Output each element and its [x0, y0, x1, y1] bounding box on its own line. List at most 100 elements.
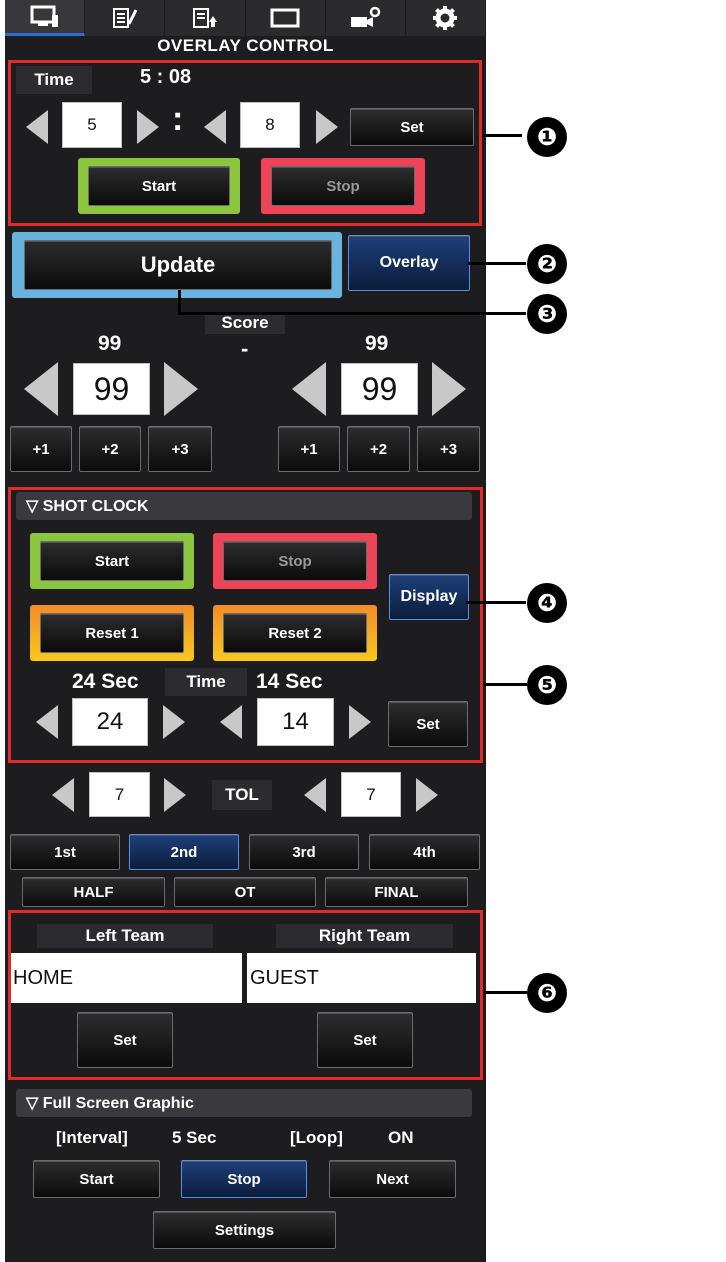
right-plus2-button[interactable]: +2 [347, 426, 410, 472]
reset2-button[interactable]: Reset 2 [223, 613, 367, 653]
sec24-decrement-arrow[interactable] [36, 705, 58, 739]
interval-label: [Interval] [56, 1128, 128, 1147]
edit-list-icon [112, 8, 138, 28]
tab-monitor[interactable] [5, 0, 86, 36]
upload-list-icon [192, 8, 217, 28]
loop-label: [Loop] [290, 1128, 343, 1147]
callout-1: ❶ [527, 117, 567, 157]
right-team-set-button[interactable]: Set [317, 1012, 413, 1068]
tab-screen[interactable] [246, 0, 326, 36]
left-score-display: 99 [98, 332, 122, 355]
sec24-increment-arrow[interactable] [163, 705, 185, 739]
left-score-decrement-arrow[interactable] [24, 362, 58, 416]
monitor-icon [30, 5, 58, 27]
sec14-field[interactable]: 14 [257, 698, 334, 746]
right-team-input[interactable]: GUEST [247, 953, 476, 1003]
callout-5-leader [483, 683, 527, 686]
left-plus2-button[interactable]: +2 [79, 426, 141, 472]
callout-6: ❻ [527, 973, 567, 1013]
left-team-label: Left Team [37, 924, 213, 948]
callout-5: ❺ [527, 665, 567, 705]
page-title: OVERLAY CONTROL [157, 36, 334, 55]
game-clock-label: Time [16, 66, 92, 94]
left-team-input[interactable]: HOME [11, 953, 242, 1003]
tol-right-field[interactable]: 7 [341, 772, 401, 817]
period-2nd-button[interactable]: 2nd [129, 834, 239, 870]
sec14-increment-arrow[interactable] [349, 705, 371, 739]
tab-settings[interactable] [406, 0, 487, 36]
callout-6-leader [483, 991, 527, 994]
game-clock-stop-button[interactable]: Stop [271, 166, 415, 206]
camera-settings-icon [351, 6, 381, 27]
period-1st-button[interactable]: 1st [10, 834, 120, 870]
period-4th-button[interactable]: 4th [369, 834, 480, 870]
left-team-set-button[interactable]: Set [77, 1012, 173, 1068]
score-label: Score [205, 312, 285, 334]
shot-clock-set-button[interactable]: Set [388, 701, 468, 747]
seconds-field[interactable]: 8 [240, 102, 300, 148]
minutes-decrement-arrow[interactable] [26, 110, 48, 144]
callout-3-leader-vertical [178, 290, 181, 314]
callout-2: ❷ [527, 244, 567, 284]
right-score-display: 99 [365, 332, 389, 355]
tab-camera-settings[interactable] [326, 0, 406, 36]
tol-right-decrement-arrow[interactable] [304, 778, 326, 812]
tol-label: TOL [212, 780, 272, 810]
callout-4: ❹ [527, 583, 567, 623]
game-clock-set-button[interactable]: Set [350, 108, 474, 146]
sec24-field[interactable]: 24 [72, 698, 148, 746]
callout-3: ❸ [527, 294, 567, 334]
shot-clock-start-button[interactable]: Start [40, 541, 184, 581]
reset1-button[interactable]: Reset 1 [40, 613, 184, 653]
tab-edit-list[interactable] [85, 0, 166, 36]
shot-clock-stop-button[interactable]: Stop [223, 541, 367, 581]
callout-3-leader [178, 312, 526, 315]
full-screen-header[interactable]: ▽ Full Screen Graphic [16, 1089, 472, 1117]
tab-bar [5, 0, 487, 36]
seconds-decrement-arrow[interactable] [204, 110, 226, 144]
sec14-decrement-arrow[interactable] [220, 705, 242, 739]
overlay-button[interactable]: Overlay [348, 235, 470, 291]
minutes-increment-arrow[interactable] [137, 110, 159, 144]
interval-value: 5 Sec [172, 1128, 217, 1147]
game-clock-display: 5 : 08 [140, 66, 192, 88]
score-dash: - [241, 336, 249, 361]
period-3rd-button[interactable]: 3rd [249, 834, 359, 870]
right-plus1-button[interactable]: +1 [278, 426, 340, 472]
fsg-settings-button[interactable]: Settings [153, 1211, 336, 1249]
left-plus3-button[interactable]: +3 [148, 426, 212, 472]
left-score-increment-arrow[interactable] [164, 362, 198, 416]
game-clock-start-button[interactable]: Start [88, 166, 230, 206]
tol-right-increment-arrow[interactable] [416, 778, 438, 812]
fsg-start-button[interactable]: Start [33, 1160, 160, 1198]
final-button[interactable]: FINAL [325, 877, 468, 907]
right-score-field[interactable]: 99 [341, 363, 418, 415]
right-team-label: Right Team [276, 924, 453, 948]
sec24-label: 24 Sec [72, 670, 139, 693]
time-separator: : [172, 100, 184, 138]
screen-icon [270, 8, 300, 28]
callout-2-leader [468, 262, 526, 265]
tol-left-increment-arrow[interactable] [164, 778, 186, 812]
callout-1-leader [482, 134, 522, 137]
half-button[interactable]: HALF [22, 877, 165, 907]
update-button[interactable]: Update [24, 240, 332, 290]
loop-value: ON [388, 1128, 414, 1147]
minutes-field[interactable]: 5 [62, 102, 122, 148]
fsg-stop-button[interactable]: Stop [181, 1160, 307, 1198]
left-plus1-button[interactable]: +1 [10, 426, 72, 472]
shot-clock-display-button[interactable]: Display [389, 574, 469, 620]
tab-upload-list[interactable] [165, 0, 246, 36]
shot-time-label: Time [165, 668, 247, 696]
seconds-increment-arrow[interactable] [316, 110, 338, 144]
gear-icon [433, 6, 458, 30]
right-plus3-button[interactable]: +3 [417, 426, 480, 472]
right-score-decrement-arrow[interactable] [292, 362, 326, 416]
fsg-next-button[interactable]: Next [329, 1160, 456, 1198]
ot-button[interactable]: OT [174, 877, 316, 907]
right-score-increment-arrow[interactable] [432, 362, 466, 416]
left-score-field[interactable]: 99 [73, 363, 150, 415]
shot-clock-header[interactable]: ▽ SHOT CLOCK [16, 492, 472, 520]
tol-left-decrement-arrow[interactable] [52, 778, 74, 812]
tol-left-field[interactable]: 7 [89, 772, 150, 817]
